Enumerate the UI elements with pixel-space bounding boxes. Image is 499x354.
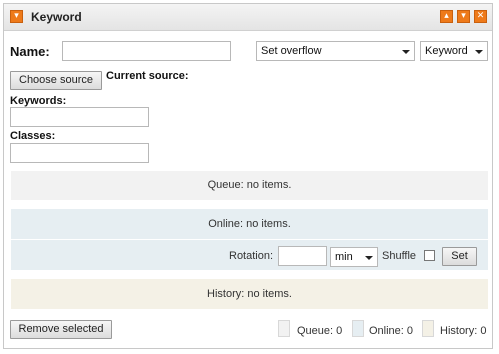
history-panel: History: no items. [11,279,488,309]
online-legend-swatch [352,320,364,337]
history-count: History: 0 [440,325,487,337]
chevron-down-icon [365,256,373,260]
close-icon[interactable]: ✕ [474,10,487,23]
keywords-label: Keywords: [10,95,67,107]
name-label: Name: [10,44,50,59]
chevron-down-icon [402,50,410,54]
title-bar: ▾ Keyword ▴ ▾ ✕ [4,4,492,31]
online-text: Online: no items. [208,218,291,230]
rotation-unit-value: min [335,251,353,263]
rotation-label: Rotation: [229,250,274,262]
classes-label: Classes: [10,130,56,142]
history-text: History: no items. [207,288,292,300]
window-title: Keyword [31,10,82,24]
name-input[interactable] [62,41,231,61]
chevron-down-icon[interactable]: ▾ [457,10,470,23]
rotation-input[interactable] [278,246,327,266]
history-legend-swatch [422,320,434,337]
chevron-down-icon[interactable]: ▾ [10,10,23,23]
type-select[interactable]: Keyword [420,41,488,61]
queue-panel: Queue: no items. [11,171,488,200]
queue-text: Queue: no items. [207,179,292,191]
shuffle-checkbox[interactable] [424,250,435,261]
online-panel: Online: no items. [11,209,488,239]
type-select-value: Keyword [425,45,468,57]
remove-selected-button[interactable]: Remove selected [10,320,112,339]
overflow-select[interactable]: Set overflow [256,41,415,61]
set-button[interactable]: Set [442,247,477,266]
chevron-up-icon[interactable]: ▴ [440,10,453,23]
queue-legend-swatch [278,320,290,337]
rotation-unit-select[interactable]: min [330,247,378,267]
classes-input[interactable] [10,143,149,163]
queue-count: Queue: 0 [297,325,343,337]
current-source-label: Current source: [106,70,189,82]
shuffle-label: Shuffle [382,250,417,262]
online-count: Online: 0 [369,325,414,337]
overflow-select-value: Set overflow [261,45,322,57]
chevron-down-icon [475,50,483,54]
keywords-input[interactable] [10,107,149,127]
choose-source-button[interactable]: Choose source [10,71,102,90]
keyword-window: ▾ Keyword ▴ ▾ ✕ Name: Set overflow Keywo… [3,3,493,349]
